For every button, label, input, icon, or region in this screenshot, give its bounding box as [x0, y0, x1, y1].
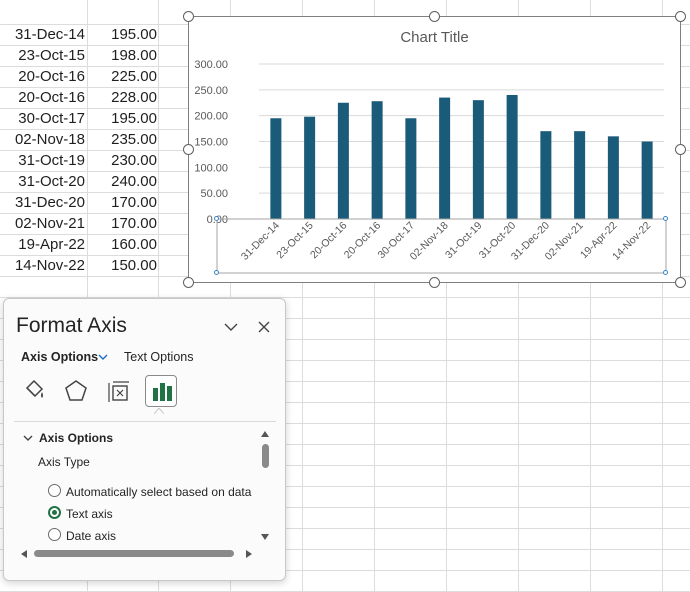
horizontal-scrollbar-thumb[interactable]	[34, 550, 234, 557]
cell-value[interactable]: 170.00	[88, 192, 157, 213]
axis-handle[interactable]	[214, 270, 219, 275]
cell-date[interactable]: 31-Dec-20	[4, 192, 85, 213]
cell-date[interactable]: 19-Apr-22	[4, 234, 85, 255]
cell-date[interactable]: 31-Dec-14	[4, 24, 85, 45]
cell-date[interactable]: 31-Oct-19	[4, 150, 85, 171]
tab-text-options[interactable]: Text Options	[124, 350, 193, 364]
cell-date[interactable]: 31-Oct-20	[4, 171, 85, 192]
resize-handle[interactable]	[183, 11, 194, 22]
cell-value[interactable]: 195.00	[88, 108, 157, 129]
cell-value[interactable]: 170.00	[88, 213, 157, 234]
y-tick-label: 50.00	[200, 188, 228, 200]
scroll-up-icon[interactable]	[261, 430, 269, 438]
axis-handle[interactable]	[663, 270, 668, 275]
cell-value[interactable]: 198.00	[88, 45, 157, 66]
axis-handle[interactable]	[214, 216, 219, 221]
resize-handle[interactable]	[183, 144, 194, 155]
cell-value[interactable]: 228.00	[88, 87, 157, 108]
resize-handle[interactable]	[675, 144, 686, 155]
scroll-right-icon[interactable]	[245, 550, 253, 558]
y-tick-label: 300.00	[194, 59, 228, 71]
pane-title: Format Axis	[16, 314, 127, 337]
bar[interactable]	[472, 100, 484, 219]
chevron-down-icon[interactable]	[97, 351, 109, 363]
axis-type-label: Axis Type	[38, 455, 90, 469]
selection-pointer-icon	[154, 408, 164, 414]
bar[interactable]	[405, 118, 417, 219]
size-properties-icon[interactable]	[102, 375, 134, 407]
bar[interactable]	[540, 131, 552, 219]
x-tick-label: 31-Dec-14	[239, 220, 282, 263]
bar[interactable]	[506, 95, 518, 219]
radio-automatic-label[interactable]: Automatically select based on data	[66, 485, 251, 499]
radio-date-axis-label[interactable]: Date axis	[66, 529, 116, 543]
effects-icon[interactable]	[60, 375, 92, 407]
axis-options-category[interactable]	[145, 375, 177, 407]
bar[interactable]	[574, 131, 586, 219]
y-tick-label: 250.00	[194, 85, 228, 97]
chart-area[interactable]: Chart Title 0.0050.00100.00150.00200.002…	[188, 16, 681, 283]
radio-text-axis-label[interactable]: Text axis	[66, 507, 113, 521]
cell-value[interactable]: 160.00	[88, 234, 157, 255]
cell-date[interactable]: 14-Nov-22	[4, 255, 85, 276]
resize-handle[interactable]	[675, 277, 686, 288]
axis-handle[interactable]	[663, 216, 668, 221]
cell-value[interactable]: 240.00	[88, 171, 157, 192]
section-axis-options[interactable]: Axis Options	[39, 431, 113, 445]
cell-date[interactable]: 02-Nov-18	[4, 129, 85, 150]
resize-handle[interactable]	[183, 277, 194, 288]
scroll-down-icon[interactable]	[261, 533, 269, 541]
cell-date[interactable]: 23-Oct-15	[4, 45, 85, 66]
resize-handle[interactable]	[429, 277, 440, 288]
format-axis-pane: Format Axis Axis Options Text Options Ax	[3, 298, 286, 581]
tab-axis-options[interactable]: Axis Options	[21, 350, 98, 364]
cell-value[interactable]: 195.00	[88, 24, 157, 45]
bar[interactable]	[641, 141, 653, 220]
bar[interactable]	[439, 97, 451, 219]
divider	[14, 421, 276, 422]
bar[interactable]	[304, 116, 316, 219]
y-tick-label: 100.00	[194, 162, 228, 174]
cell-value[interactable]: 230.00	[88, 150, 157, 171]
close-icon[interactable]	[256, 319, 272, 335]
y-tick-label: 150.00	[194, 137, 228, 149]
cell-date[interactable]: 30-Oct-17	[4, 108, 85, 129]
chevron-down-icon[interactable]	[23, 433, 33, 443]
radio-text-axis[interactable]	[48, 506, 61, 519]
vertical-scrollbar-thumb[interactable]	[262, 444, 269, 468]
cell-date[interactable]: 20-Oct-16	[4, 87, 85, 108]
bar[interactable]	[337, 102, 349, 219]
scroll-left-icon[interactable]	[20, 550, 28, 558]
bar[interactable]	[607, 136, 619, 219]
bar[interactable]	[371, 101, 383, 219]
fill-line-icon[interactable]	[18, 375, 50, 407]
bar-chart-plot: 0.0050.00100.00150.00200.00250.00300.003…	[194, 59, 667, 274]
radio-date-axis[interactable]	[48, 528, 61, 541]
radio-automatic[interactable]	[48, 484, 61, 497]
resize-handle[interactable]	[675, 11, 686, 22]
bar[interactable]	[270, 118, 282, 219]
cell-value[interactable]: 235.00	[88, 129, 157, 150]
cell-value[interactable]: 225.00	[88, 66, 157, 87]
axis-options-icon	[153, 383, 172, 401]
cell-value[interactable]: 150.00	[88, 255, 157, 276]
cell-date[interactable]: 20-Oct-16	[4, 66, 85, 87]
resize-handle[interactable]	[429, 11, 440, 22]
cell-date[interactable]: 02-Nov-21	[4, 213, 85, 234]
chevron-down-icon[interactable]	[223, 319, 239, 335]
y-tick-label: 200.00	[194, 111, 228, 123]
